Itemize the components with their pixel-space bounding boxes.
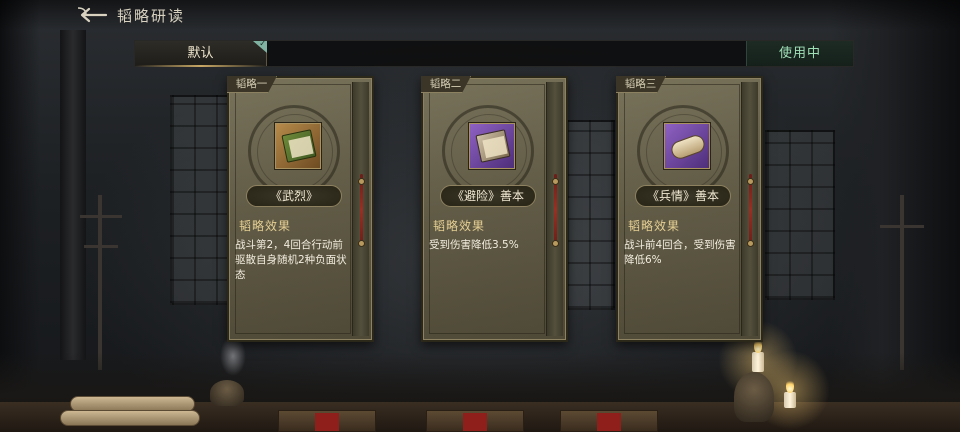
candle-flame: [786, 379, 794, 393]
card-side-rail: [546, 82, 563, 336]
background-window: [765, 130, 835, 300]
candle: [784, 392, 796, 408]
card-side-rail: [741, 82, 758, 336]
background-pillar: [60, 30, 86, 360]
background-window: [565, 120, 615, 310]
strategy-card-2[interactable]: 韬略二 《避险》善本 韬略效果 受到伤害降低3.5%: [421, 76, 568, 342]
game-screen: 韬略研读 默认 ✓ 使用中 韬略一 《武烈》 韬略效果 战斗第2，4回合行动前驱…: [0, 0, 960, 432]
effect-description: 战斗前4回合，受到伤害降低6%: [624, 239, 736, 266]
scroll-bundle: [60, 410, 200, 426]
effect-title: 韬略效果: [628, 219, 681, 233]
candle-arm: [880, 225, 924, 228]
preset-bar: 默认 ✓ 使用中: [134, 40, 854, 67]
candle-arm: [84, 245, 118, 248]
background-window: [170, 95, 230, 305]
incense-burner: [210, 380, 244, 406]
card-side-rail: [352, 82, 369, 336]
header: 韬略研读: [0, 0, 960, 30]
brass-holder: [734, 372, 774, 422]
candle-stand-left: [98, 195, 102, 370]
strategy-card-3[interactable]: 韬略三 《兵情》善本 韬略效果 战斗前4回合，受到伤害降低6%: [616, 76, 763, 342]
in-use-button[interactable]: 使用中: [746, 41, 853, 66]
effect-title: 韬略效果: [433, 219, 486, 233]
effect-description: 受到伤害降低3.5%: [429, 239, 519, 251]
strategy-name: 《避险》善本: [440, 185, 536, 207]
book-prop: [560, 410, 658, 432]
strategy-name: 《武烈》: [246, 185, 342, 207]
candle-arm: [80, 215, 122, 218]
book-prop: [278, 410, 376, 432]
book-prop: [426, 410, 524, 432]
candle: [752, 352, 764, 372]
candle-stand-right: [900, 195, 904, 370]
page-title: 韬略研读: [117, 7, 186, 25]
back-button[interactable]: [74, 6, 108, 24]
green-book-icon[interactable]: [275, 123, 321, 169]
effect-description: 战斗第2，4回合行动前驱散自身随机2种负面状态: [235, 239, 347, 281]
strategy-name: 《兵情》善本: [635, 185, 731, 207]
strategy-card-1[interactable]: 韬略一 《武烈》 韬略效果 战斗第2，4回合行动前驱散自身随机2种负面状态: [227, 76, 374, 342]
back-arrow-icon: [77, 7, 108, 23]
purple-book-icon[interactable]: [469, 123, 515, 169]
preset-tab-default[interactable]: 默认: [135, 41, 267, 67]
effect-title: 韬略效果: [239, 219, 292, 233]
purple-scroll-icon[interactable]: [664, 123, 710, 169]
incense-smoke: [220, 336, 246, 376]
